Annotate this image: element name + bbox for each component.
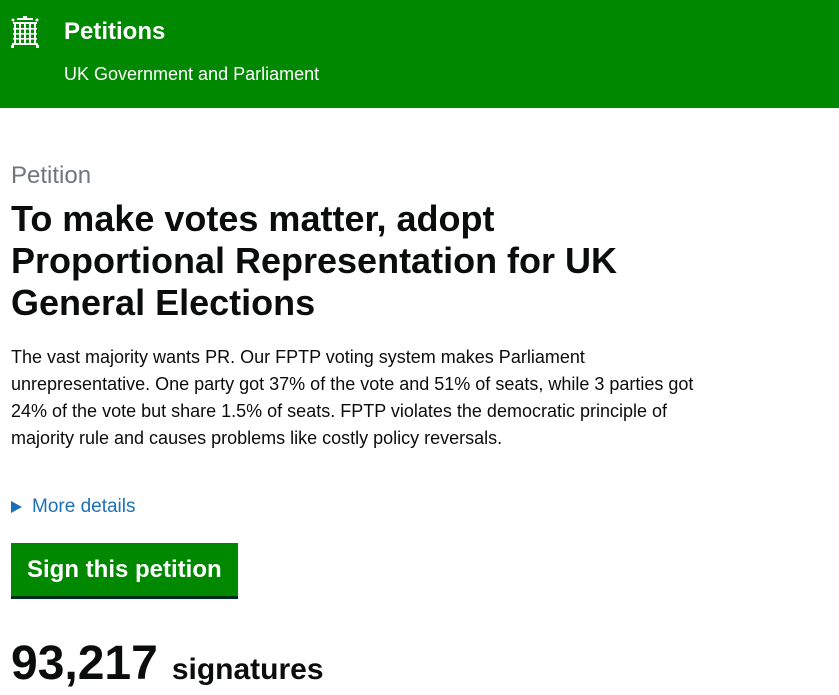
portcullis-icon[interactable]: [11, 14, 39, 48]
site-title-link[interactable]: Petitions: [64, 17, 165, 47]
more-details-toggle[interactable]: More details: [11, 494, 136, 520]
signature-count-label: signatures: [171, 653, 324, 686]
petition-summary: The vast majority wants PR. Our FPTP vot…: [11, 347, 694, 448]
signature-count-number: 93,217: [11, 637, 158, 690]
signature-count: 93,217 signatures: [11, 636, 324, 692]
triangle-right-icon: [11, 501, 22, 513]
more-details-label: More details: [32, 496, 136, 517]
site-header: Petitions UK Government and Parliament: [0, 0, 839, 108]
page-title: To make votes matter, adopt Proportional…: [11, 198, 618, 323]
site-subtitle: UK Government and Parliament: [64, 64, 320, 84]
petition-kicker-wrap: Petition: [11, 162, 91, 190]
petition-kicker: Petition: [11, 162, 92, 189]
sign-petition-button[interactable]: Sign this petition: [11, 543, 238, 596]
